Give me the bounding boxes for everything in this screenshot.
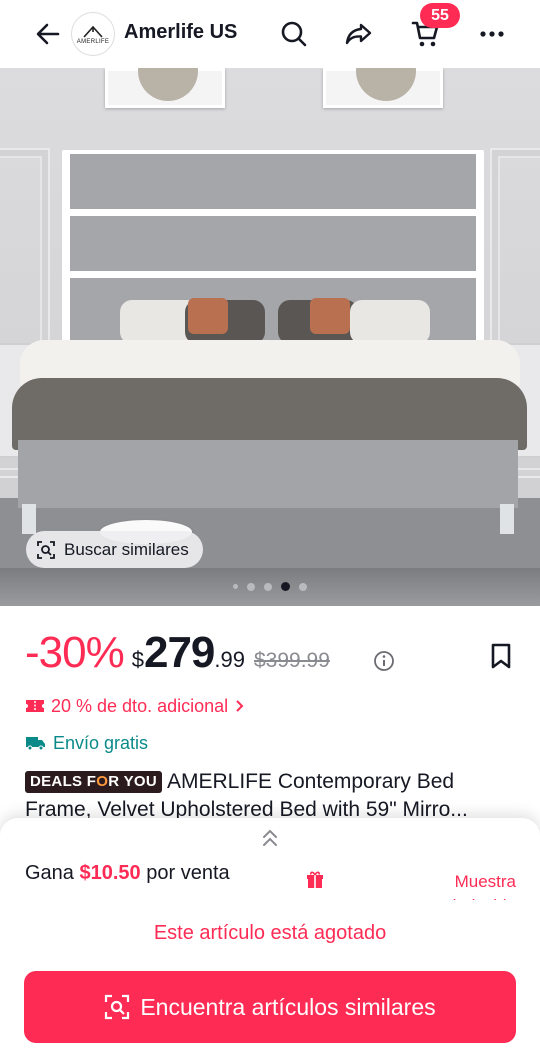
price-decimals: .99 <box>214 647 245 672</box>
carousel-dot[interactable] <box>247 582 255 591</box>
more-icon[interactable] <box>472 14 512 54</box>
bed-leg <box>500 504 514 534</box>
bed-leg <box>22 504 36 534</box>
earn-per-sale: Gana $10.50 por venta <box>25 862 230 884</box>
affiliate-earnings-sheet[interactable]: Gana $10.50 por venta Muestra reembolsab… <box>0 818 540 908</box>
store-logo[interactable]: AMERLIFE <box>71 12 115 56</box>
house-logo-icon <box>83 25 103 38</box>
bed-frame-base <box>18 440 518 508</box>
sold-out-notice: Este artículo está agotado <box>153 922 387 944</box>
coupon-label: 20 % de dto. adicional <box>51 695 229 716</box>
chevron-up-icon[interactable] <box>258 826 282 850</box>
back-arrow-icon[interactable] <box>28 14 68 54</box>
original-price: $399.99 <box>253 649 330 672</box>
discount-percent: -30% <box>25 628 125 677</box>
bookmark-icon[interactable] <box>489 642 513 670</box>
carousel-dot[interactable] <box>264 582 272 591</box>
carousel-dot[interactable] <box>233 584 238 589</box>
search-icon[interactable] <box>274 14 314 54</box>
bottom-action-bar: Este artículo está agotado Encuentra art… <box>0 900 540 1061</box>
free-shipping-row: Envío gratis <box>25 731 148 755</box>
top-navigation-bar: AMERLIFE Amerlife US 55 <box>0 0 540 68</box>
logo-text: AMERLIFE <box>76 38 110 45</box>
search-similar-button[interactable]: Buscar similares <box>26 531 203 568</box>
accent-pillow <box>310 298 350 334</box>
wall-picture-frame <box>323 68 443 108</box>
gift-icon <box>305 870 325 890</box>
shipping-label: Envío gratis <box>53 732 149 753</box>
cart-count-badge: 55 <box>420 3 460 28</box>
coupon-icon <box>26 700 44 712</box>
search-similar-label: Buscar similares <box>64 539 189 559</box>
truck-icon <box>26 737 45 751</box>
product-image-carousel[interactable]: Buscar similares <box>0 68 540 606</box>
price-row: -30% $ 279 .99 $399.99 <box>25 628 330 684</box>
find-similar-button[interactable]: Encuentra artículos similares <box>24 971 516 1043</box>
info-icon[interactable] <box>373 650 395 672</box>
find-similar-label: Encuentra artículos similares <box>140 993 436 1020</box>
image-search-icon <box>37 540 55 559</box>
earn-amount: $10.50 <box>79 862 141 884</box>
accent-pillow <box>188 298 228 334</box>
price-integer: 279 <box>143 628 215 677</box>
price-currency: $ <box>131 647 144 672</box>
image-search-icon <box>105 994 130 1020</box>
pillow <box>350 300 430 344</box>
carousel-indicator <box>0 582 540 591</box>
deals-for-you-badge: DEALS FOR YOU <box>25 771 162 793</box>
share-icon[interactable] <box>339 14 379 54</box>
extra-discount-coupon[interactable]: 20 % de dto. adicional <box>25 694 246 718</box>
chevron-right-icon <box>236 700 244 712</box>
carousel-dot[interactable] <box>299 582 307 591</box>
carousel-dot-active[interactable] <box>281 582 290 591</box>
store-name[interactable]: Amerlife US <box>124 21 237 44</box>
wall-picture-frame <box>105 68 225 108</box>
